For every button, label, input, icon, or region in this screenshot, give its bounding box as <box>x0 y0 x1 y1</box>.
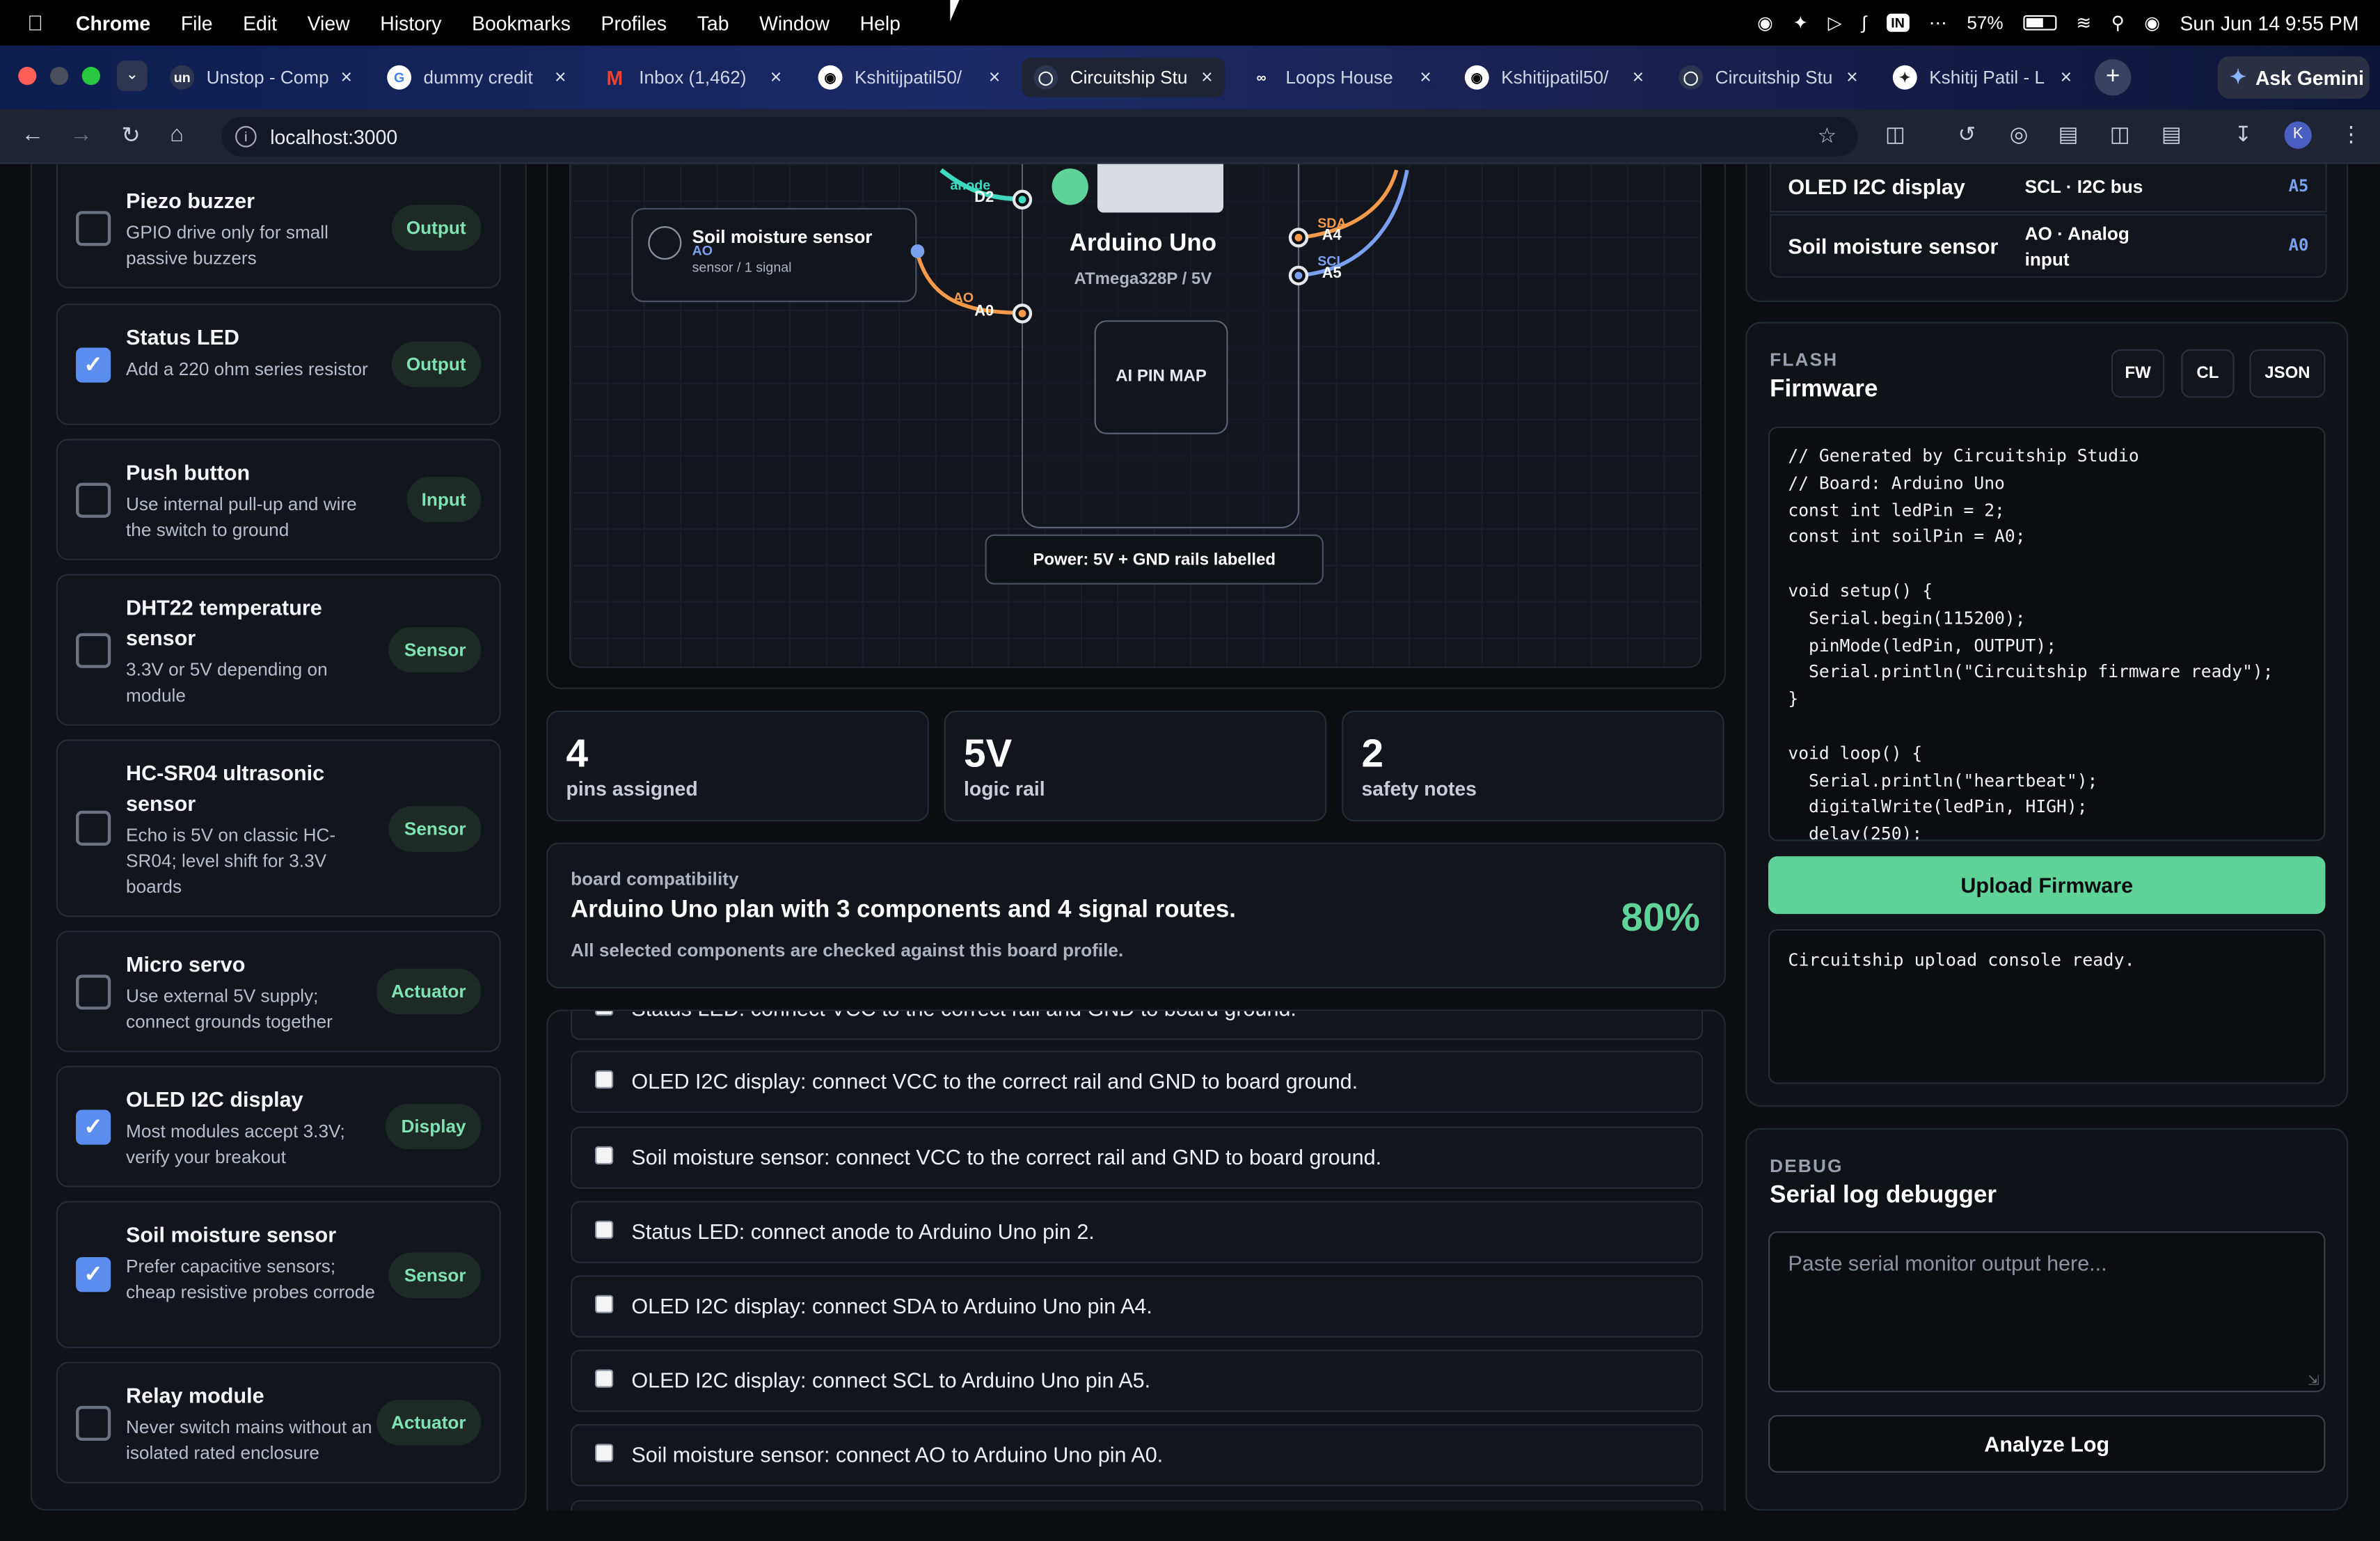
json-button[interactable]: JSON <box>2249 349 2326 398</box>
sensor-node-pin: AO <box>692 243 713 258</box>
checklist-checkbox[interactable] <box>594 1369 614 1388</box>
stat-value: 5V <box>964 730 1013 776</box>
checklist-checkbox[interactable] <box>594 1444 614 1462</box>
pin-row: Soil moisture sensor AO · Analog input A… <box>1770 214 2327 278</box>
pin-row-component: OLED I2C display <box>1788 174 1965 199</box>
pin-label-a0: A0 <box>974 303 994 321</box>
compat-note: All selected components are checked agai… <box>571 940 1124 961</box>
sensor-node-title: Soil moisture sensor <box>692 226 873 248</box>
debug-title: Serial log debugger <box>1770 1183 1997 1209</box>
compat-score: 80% <box>1621 894 1700 940</box>
checklist-row[interactable]: Soil moisture sensor: connect VCC to the… <box>571 1126 1704 1189</box>
ai-pin-map-label: AI PIN MAP <box>1116 367 1207 386</box>
pin-label-d2: D2 <box>974 189 994 207</box>
checklist-checkbox[interactable] <box>594 1146 614 1165</box>
compat-headline: Arduino Uno plan with 3 components and 4… <box>571 897 1236 924</box>
power-note-text: Power: 5V + GND rails labelled <box>1033 551 1276 569</box>
checklist-checkbox[interactable] <box>594 1070 614 1089</box>
upload-console: Circuitship upload console ready. <box>1768 928 2326 1084</box>
checklist-text: OLED I2C display: connect SCL to Arduino… <box>631 1368 1151 1393</box>
pin-row: OLED I2C display SCL · I2C bus A5 <box>1770 164 2327 213</box>
checklist-checkbox[interactable] <box>594 1220 614 1239</box>
checklist-row[interactable]: Status LED: connect anode to Arduino Uno… <box>571 1201 1704 1263</box>
soil-sensor-node[interactable]: Soil moisture sensor AO sensor / 1 signa… <box>631 207 917 303</box>
board-name: Arduino Uno <box>1069 230 1217 257</box>
checklist-row[interactable]: OLED I2C display: connect SCL to Arduino… <box>571 1350 1704 1412</box>
pin-label-a5: A5 <box>1322 265 1342 283</box>
wiring-checklist[interactable]: Status LED: connect VCC to the correct r… <box>546 1009 1726 1511</box>
stat-label: pins assigned <box>566 777 698 800</box>
checklist-row[interactable]: Soil moisture sensor: connect AO to Ardu… <box>571 1424 1704 1487</box>
oled-module[interactable] <box>1097 164 1223 213</box>
pin-row-signal: AO · Analog input <box>2024 223 2129 271</box>
stat-label: safety notes <box>1361 777 1477 800</box>
compatibility-card: board compatibility Arduino Uno plan wit… <box>546 842 1726 989</box>
checklist-row[interactable]: OLED I2C display: connect VCC to the cor… <box>571 1050 1704 1113</box>
cl-button[interactable]: CL <box>2181 349 2235 398</box>
sensor-icon <box>648 226 682 260</box>
pin-a5[interactable] <box>1288 265 1309 286</box>
checklist-row[interactable] <box>571 1500 1704 1511</box>
stat-card-pins: 4 pins assigned <box>546 710 929 822</box>
checklist-checkbox[interactable] <box>594 1295 614 1313</box>
checklist-text: Soil moisture sensor: connect VCC to the… <box>631 1144 1382 1169</box>
pin-row-signal: SCL · I2C bus <box>2024 176 2143 198</box>
checklist-row[interactable]: OLED I2C display: connect SDA to Arduino… <box>571 1275 1704 1338</box>
pin-row-pin: A5 <box>2288 176 2309 196</box>
board-subtitle: ATmega328P / 5V <box>1074 270 1212 289</box>
stat-label: logic rail <box>964 777 1045 800</box>
flash-eyebrow: FLASH <box>1770 349 1839 371</box>
sensor-output-dot[interactable] <box>910 244 925 258</box>
wire-label-ao: AO <box>953 290 974 306</box>
checklist-text: Soil moisture sensor: connect AO to Ardu… <box>631 1442 1164 1467</box>
analyze-log-button[interactable]: Analyze Log <box>1768 1414 2326 1473</box>
debug-eyebrow: DEBUG <box>1770 1155 1843 1177</box>
stat-value: 4 <box>566 730 589 776</box>
pin-a4[interactable] <box>1288 228 1309 248</box>
pin-row-component: Soil moisture sensor <box>1788 233 1999 258</box>
pin-label-a4: A4 <box>1322 228 1342 245</box>
status-led-dot[interactable] <box>1052 168 1088 205</box>
ai-pin-map-button[interactable]: AI PIN MAP <box>1094 320 1228 434</box>
pin-row-pin: A0 <box>2288 235 2309 255</box>
firmware-title: Firmware <box>1770 376 1878 403</box>
compat-eyebrow: board compatibility <box>571 868 739 890</box>
fw-button[interactable]: FW <box>2111 349 2165 398</box>
serial-log-placeholder: Paste serial monitor output here... <box>1788 1251 2107 1276</box>
checklist-text: OLED I2C display: connect SDA to Arduino… <box>631 1293 1152 1318</box>
serial-log-input[interactable]: Paste serial monitor output here... ⇲ <box>1768 1231 2326 1393</box>
checklist-checkbox[interactable] <box>594 1011 614 1016</box>
pin-a0[interactable] <box>1012 303 1033 324</box>
checklist-text: Status LED: connect VCC to the correct r… <box>631 1011 1296 1020</box>
firmware-code-editor[interactable]: // Generated by Circuitship Studio // Bo… <box>1768 426 2326 841</box>
stat-value: 2 <box>1361 730 1384 776</box>
checklist-text: OLED I2C display: connect VCC to the cor… <box>631 1068 1358 1093</box>
firmware-code: // Generated by Circuitship Studio // Bo… <box>1788 446 2274 841</box>
power-note: Power: 5V + GND rails labelled <box>985 534 1324 585</box>
checklist-text: Status LED: connect anode to Arduino Uno… <box>631 1219 1095 1244</box>
checklist-row[interactable]: Status LED: connect VCC to the correct r… <box>571 1011 1704 1041</box>
mouse-cursor-icon <box>950 0 960 22</box>
stat-card-logic: 5V logic rail <box>944 710 1327 822</box>
resize-handle-icon[interactable]: ⇲ <box>2308 1373 2319 1389</box>
sensor-node-subtitle: sensor / 1 signal <box>692 259 792 275</box>
pin-table-panel: OLED I2C display SCL · I2C bus A5 Soil m… <box>1745 164 2349 303</box>
pin-d2[interactable] <box>1012 189 1033 210</box>
stat-card-safety: 2 safety notes <box>1342 710 1724 822</box>
upload-firmware-button[interactable]: Upload Firmware <box>1768 856 2326 915</box>
